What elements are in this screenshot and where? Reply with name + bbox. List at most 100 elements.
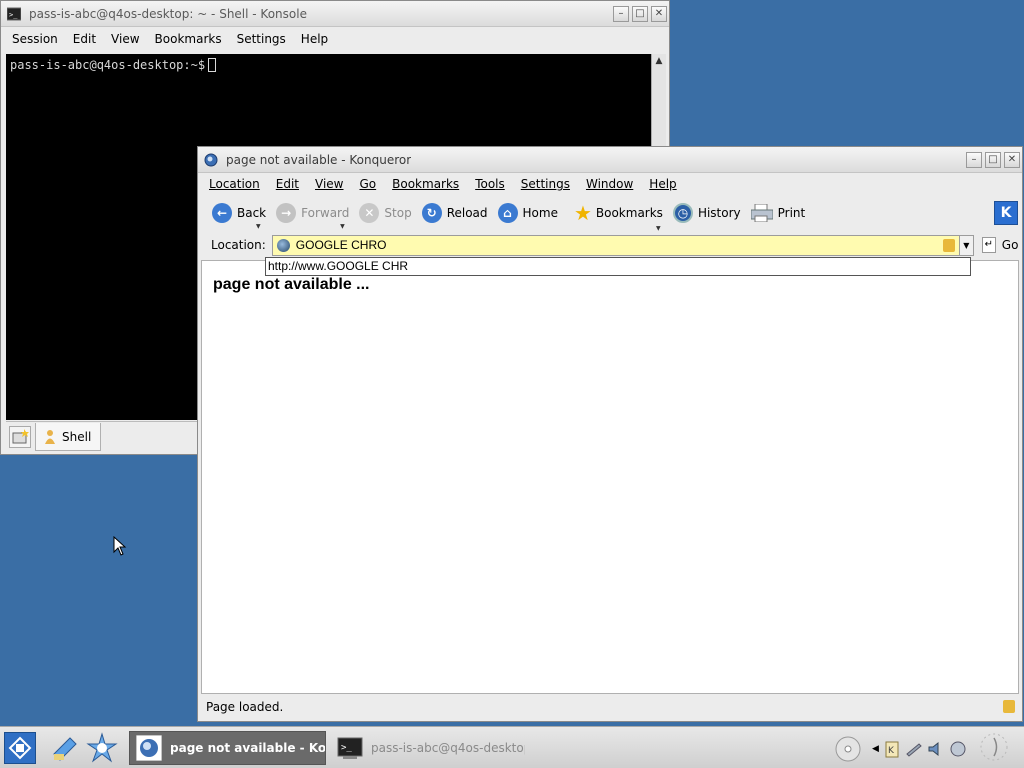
clock-icon[interactable] <box>979 732 1009 762</box>
menu-session[interactable]: Session <box>6 32 64 46</box>
tab-shell[interactable]: Shell <box>35 423 101 451</box>
forward-button[interactable]: → Forward ▼ <box>276 203 350 230</box>
main-toolbar: ← Back ▼ → Forward ▼ ✕ Stop ↻ Reload ⌂ H… <box>198 197 1022 232</box>
location-bar: Location: GOOGLE CHRO ▼ ↵ Go <box>198 232 1022 258</box>
menu-go[interactable]: Go <box>354 177 383 191</box>
page-heading: page not available ... <box>213 276 370 293</box>
konqueror-task-icon <box>135 734 163 762</box>
system-tray: ◀ K <box>834 732 1009 763</box>
konqueror-icon <box>204 153 218 167</box>
home-button[interactable]: ⌂ Home <box>497 203 558 223</box>
task-konsole-label: pass-is-abc@q4os-desktop: <box>371 741 526 755</box>
menu-edit[interactable]: Edit <box>67 32 102 46</box>
konqueror-title: page not available - Konqueror <box>226 152 412 167</box>
back-arrow-icon: ← <box>212 203 232 223</box>
reload-icon: ↻ <box>421 203 442 223</box>
back-label: Back <box>237 206 267 220</box>
shell-prompt: pass-is-abc@q4os-desktop:~$ <box>10 58 206 72</box>
bookmarks-button[interactable]: ★ Bookmarks ▼ <box>573 201 663 232</box>
tray-expand-arrow-icon[interactable]: ◀ <box>872 744 879 754</box>
stop-button[interactable]: ✕ Stop <box>359 203 412 223</box>
status-text: Page loaded. <box>206 700 284 714</box>
konsole-titlebar[interactable]: >_ pass-is-abc@q4os-desktop: ~ - Shell -… <box>1 1 669 27</box>
status-bar: Page loaded. <box>201 695 1019 719</box>
taskbar: page not available - Konqueror >_ pass-i… <box>0 726 1024 768</box>
go-arrow-icon: ↵ <box>981 237 996 253</box>
task-konsole[interactable]: >_ pass-is-abc@q4os-desktop: <box>330 731 526 765</box>
history-clock-icon: ◷ <box>672 203 693 223</box>
mouse-cursor-icon <box>113 535 127 559</box>
cd-icon[interactable] <box>834 735 862 763</box>
bookmarks-dropdown-icon[interactable]: ▼ <box>656 225 661 232</box>
print-label: Print <box>777 206 806 220</box>
printer-icon <box>750 203 774 223</box>
file-manager-launcher-icon[interactable] <box>50 732 82 764</box>
history-label: History <box>697 206 741 220</box>
task-konqueror-label: page not available - Konqueror <box>170 741 326 755</box>
browser-launcher-icon[interactable] <box>86 732 118 764</box>
autocomplete-suggestion[interactable]: http://www.GOOGLE CHR <box>265 257 971 276</box>
close-button[interactable]: ✕ <box>651 6 667 22</box>
new-tab-button[interactable] <box>9 426 31 448</box>
menu-window[interactable]: Window <box>580 177 639 191</box>
menu-help[interactable]: Help <box>643 177 682 191</box>
clipboard-icon[interactable]: K <box>883 740 901 758</box>
go-label: Go <box>1001 238 1019 252</box>
terminal-cursor <box>208 58 217 72</box>
location-dropdown-button[interactable]: ▼ <box>959 234 974 256</box>
lock-icon <box>942 238 955 252</box>
history-button[interactable]: ◷ History <box>672 203 741 223</box>
task-konqueror[interactable]: page not available - Konqueror <box>129 731 326 765</box>
location-value: GOOGLE CHRO <box>295 238 387 252</box>
tab-shell-label: Shell <box>62 429 92 444</box>
maximize-button[interactable]: □ <box>632 6 648 22</box>
konqueror-titlebar[interactable]: page not available - Konqueror – □ ✕ <box>198 147 1022 173</box>
konsole-task-icon: >_ <box>337 735 363 761</box>
maximize-button[interactable]: □ <box>985 152 1001 168</box>
menu-tools[interactable]: Tools <box>469 177 511 191</box>
menu-settings[interactable]: Settings <box>231 32 292 46</box>
menu-help[interactable]: Help <box>295 32 334 46</box>
print-button[interactable]: Print <box>750 203 806 223</box>
forward-arrow-icon: → <box>276 203 297 223</box>
minimize-button[interactable]: – <box>966 152 982 168</box>
konqueror-menubar: Location Edit View Go Bookmarks Tools Se… <box>198 173 1022 195</box>
star-icon: ★ <box>573 201 592 225</box>
scroll-up-arrow-icon[interactable]: ▲ <box>652 54 666 69</box>
konsole-menubar: Session Edit View Bookmarks Settings Hel… <box>1 27 669 51</box>
stop-icon: ✕ <box>359 203 380 223</box>
go-button[interactable]: ↵ Go <box>981 237 1019 253</box>
kde-logo-icon: K <box>994 201 1018 225</box>
bookmarks-label: Bookmarks <box>595 206 663 220</box>
home-icon: ⌂ <box>497 203 518 223</box>
menu-view[interactable]: View <box>309 177 349 191</box>
reload-button[interactable]: ↻ Reload <box>421 203 488 223</box>
konsole-title: pass-is-abc@q4os-desktop: ~ - Shell - Ko… <box>29 6 307 21</box>
shell-icon <box>44 429 56 445</box>
minimize-button[interactable]: – <box>613 6 629 22</box>
konqueror-window[interactable]: page not available - Konqueror – □ ✕ Loc… <box>197 146 1023 722</box>
home-label: Home <box>522 206 558 220</box>
menu-view[interactable]: View <box>105 32 145 46</box>
menu-bookmarks[interactable]: Bookmarks <box>386 177 465 191</box>
network-icon[interactable] <box>905 740 923 758</box>
back-dropdown-icon[interactable]: ▼ <box>256 223 261 230</box>
security-lock-icon <box>1003 700 1015 713</box>
volume-icon[interactable] <box>927 740 945 758</box>
menu-bookmarks[interactable]: Bookmarks <box>149 32 228 46</box>
close-button[interactable]: ✕ <box>1004 152 1020 168</box>
keyboard-layout-icon[interactable] <box>949 740 967 758</box>
globe-icon <box>276 238 290 252</box>
location-input[interactable]: GOOGLE CHRO <box>271 234 960 256</box>
svg-text:>_: >_ <box>9 11 18 19</box>
page-viewport[interactable]: page not available ... <box>201 260 1019 694</box>
location-label: Location: <box>211 238 266 252</box>
reload-label: Reload <box>446 206 488 220</box>
forward-label: Forward <box>301 206 350 220</box>
back-button[interactable]: ← Back ▼ <box>212 203 267 230</box>
start-menu-button[interactable] <box>4 732 36 764</box>
menu-location[interactable]: Location <box>203 177 266 191</box>
forward-dropdown-icon[interactable]: ▼ <box>340 223 345 230</box>
menu-edit[interactable]: Edit <box>270 177 305 191</box>
menu-settings[interactable]: Settings <box>515 177 576 191</box>
